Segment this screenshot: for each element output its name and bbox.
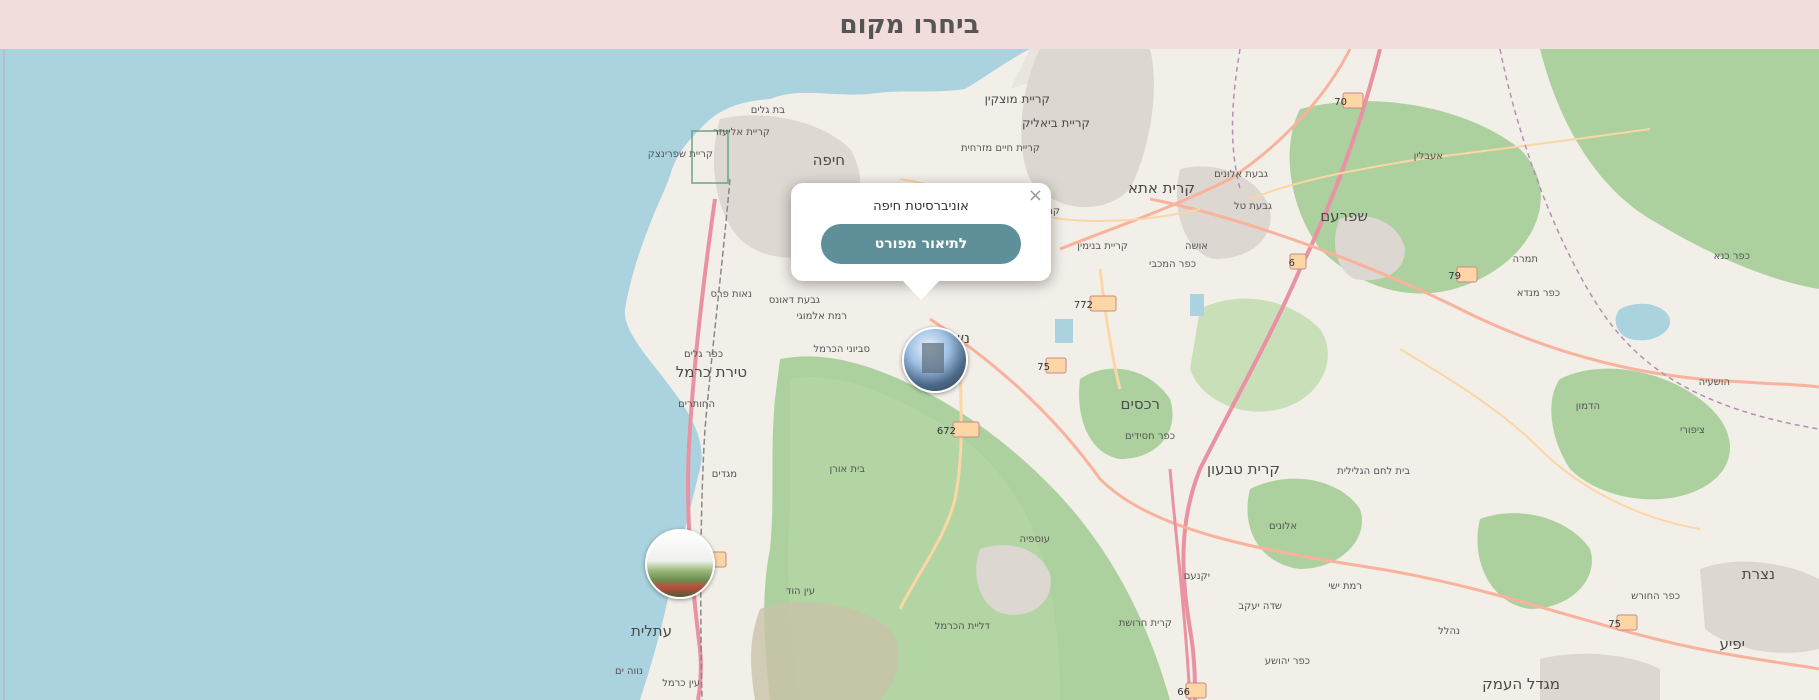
map-place-label: רמת אלמוגי	[797, 311, 847, 322]
map-place-label: תמרה	[1512, 254, 1538, 265]
map-place-label: 6	[1289, 258, 1295, 269]
map-place-label: נהלל	[1438, 626, 1460, 637]
map-place-label: כפר מנדא	[1517, 288, 1560, 299]
map-place-label: 772	[1074, 300, 1093, 311]
label-nazareth: נצרת	[1742, 565, 1775, 583]
map-place-label: גבעת דאונס	[769, 295, 820, 306]
haifa-university-marker[interactable]	[902, 327, 968, 393]
map-place-label: כפר המכבי	[1149, 259, 1196, 270]
label-tirat-carmel: טירת כרמל	[676, 363, 747, 381]
map-place-label: ציפורי	[1680, 425, 1705, 436]
map-place-label: קריית חיים מזרחית	[961, 143, 1040, 154]
map-place-label: כפר גלים	[684, 349, 723, 360]
location-popup: × אוניברסיטת חיפה לתיאור מפורט	[791, 183, 1051, 300]
map-place-label: קריית שפרינצק	[648, 149, 713, 160]
map-place-label: דליית הכרמל	[935, 621, 991, 632]
label-shfaram: שפרעם	[1320, 207, 1368, 225]
label-kiryat-bialik: קריית ביאליק	[1022, 116, 1090, 130]
atlit-marker[interactable]	[645, 529, 715, 599]
map-place-label: שדה יעקב	[1238, 601, 1282, 612]
page-title: ביחרו מקום	[839, 9, 980, 40]
map-place-label: סביוני הכרמל	[813, 344, 870, 355]
map-place-label: גבעת טל	[1234, 201, 1272, 212]
map-place-label: בית אורן	[829, 464, 865, 475]
map-place-label: קריית בנימין	[1077, 241, 1128, 252]
map-place-label: החותרים	[678, 399, 715, 410]
map-place-label: אלונים	[1269, 521, 1297, 532]
details-button[interactable]: לתיאור מפורט	[821, 224, 1021, 264]
map-place-label: הדמון	[1576, 401, 1600, 412]
map-place-label: כפר כנא	[1714, 251, 1750, 262]
map-place-label: קרית חרושת	[1119, 618, 1172, 629]
map-place-label: אעבלין	[1414, 151, 1443, 162]
map-place-label: יקנעם	[1184, 571, 1210, 582]
map-place-label: מגדים	[712, 469, 737, 480]
label-yafia: יפיע	[1720, 635, 1745, 653]
map-place-label: רמת ישי	[1328, 581, 1362, 592]
app-header: ביחרו מקום	[0, 0, 1819, 49]
map-place-label: 75	[1608, 619, 1621, 630]
map-place-label: קריית אליעזר	[713, 127, 770, 138]
building-photo-icon	[922, 343, 944, 373]
map-place-label: 672	[937, 426, 956, 437]
label-kiryat-ata: קרית אתא	[1128, 179, 1195, 197]
map-place-label: 75	[1037, 362, 1050, 373]
map-place-label: בת גלים	[751, 105, 785, 116]
map-place-label: הושעיה	[1699, 377, 1730, 388]
map-place-label: 66	[1177, 687, 1190, 698]
label-haifa: חיפה	[813, 151, 845, 169]
label-rechasim: רכסים	[1121, 395, 1160, 413]
map-place-label: בית לחם הגלילית	[1337, 466, 1410, 477]
popup-close-button[interactable]: ×	[1028, 185, 1043, 206]
map-place-label: 70	[1334, 97, 1347, 108]
map-place-label: עין הוד	[786, 586, 815, 597]
map-place-label: נווה ים	[615, 666, 643, 677]
map-place-label: כפר החורש	[1631, 591, 1680, 602]
map-place-label: 79	[1448, 271, 1461, 282]
popup-title: אוניברסיטת חיפה	[873, 199, 969, 214]
map-place-label: כפר יהושע	[1265, 656, 1310, 667]
road-shield-6: 6	[1289, 253, 1307, 270]
label-kiryat-tivon: קרית טבעון	[1207, 460, 1280, 478]
map-place-label: עוספיה	[1020, 534, 1051, 545]
map-place-label: עין כרמל	[662, 678, 700, 689]
map-place-label: כפר חסידים	[1125, 431, 1175, 442]
map-place-label: גבעת אלונים	[1214, 169, 1268, 180]
label-kiryat-motzkin: קריית מוצקין	[985, 92, 1050, 106]
map-place-label: אושה	[1185, 241, 1208, 252]
label-atlit: עתלית	[631, 622, 672, 640]
map-view[interactable]: 70 6 79 772 75 672 2 66 75 חיפה קריית מו…	[0, 49, 1819, 700]
label-migdal-haemek: מגדל העמק	[1482, 675, 1560, 693]
map-place-label: נאות פרס	[710, 289, 752, 300]
